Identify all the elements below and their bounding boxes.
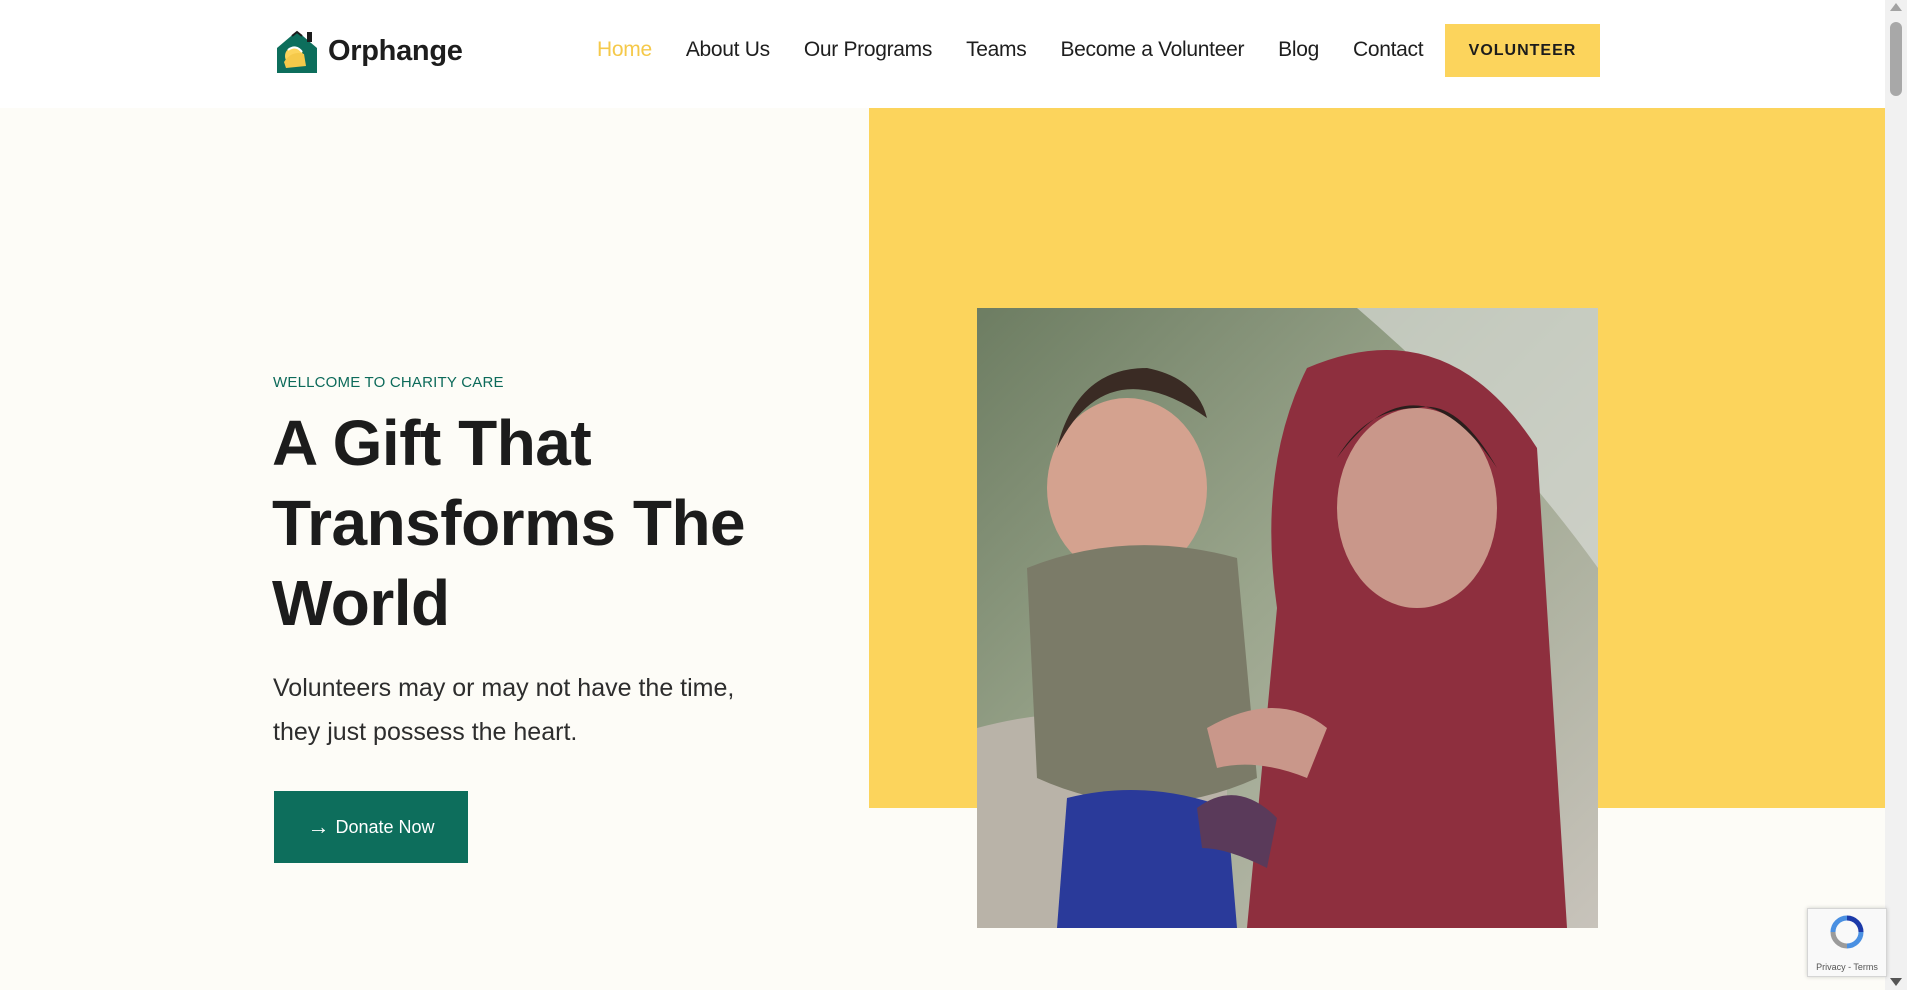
arrow-right-icon: → — [307, 814, 330, 839]
nav-item-home[interactable]: Home — [597, 38, 652, 62]
brand-name: Orphange — [328, 34, 463, 67]
hero-headline: A Gift That Transforms The World — [272, 407, 746, 639]
children-photo-illustration — [977, 308, 1598, 928]
hero-photo — [977, 308, 1598, 928]
recaptcha-icon — [1830, 915, 1864, 949]
site-logo[interactable]: Orphange — [272, 26, 463, 76]
main-nav: Home About Us Our Programs Teams Become … — [597, 38, 1457, 62]
donate-now-label: Donate Now — [335, 816, 435, 837]
page-scrollbar[interactable] — [1885, 0, 1907, 990]
nav-item-contact[interactable]: Contact — [1353, 38, 1424, 62]
recaptcha-badge[interactable]: Privacy - Terms — [1807, 908, 1887, 977]
site-header: Orphange Home About Us Our Programs Team… — [0, 0, 1885, 108]
nav-item-become-a-volunteer[interactable]: Become a Volunteer — [1060, 38, 1244, 62]
scroll-up-icon[interactable] — [1890, 3, 1902, 11]
hero-eyebrow: WELLCOME TO CHARITY CARE — [273, 374, 504, 391]
nav-item-blog[interactable]: Blog — [1278, 38, 1319, 62]
donate-now-button[interactable]: → Donate Now — [274, 791, 468, 863]
recaptcha-links[interactable]: Privacy - Terms — [1808, 962, 1886, 972]
house-hands-icon — [277, 30, 317, 73]
nav-item-teams[interactable]: Teams — [966, 38, 1027, 62]
nav-item-our-programs[interactable]: Our Programs — [804, 38, 933, 62]
hero-subtext: Volunteers may or may not have the time,… — [273, 674, 735, 746]
volunteer-button[interactable]: VOLUNTEER — [1445, 24, 1600, 77]
nav-item-about-us[interactable]: About Us — [686, 38, 770, 62]
scroll-thumb[interactable] — [1890, 22, 1902, 96]
scroll-down-icon[interactable] — [1890, 978, 1902, 986]
